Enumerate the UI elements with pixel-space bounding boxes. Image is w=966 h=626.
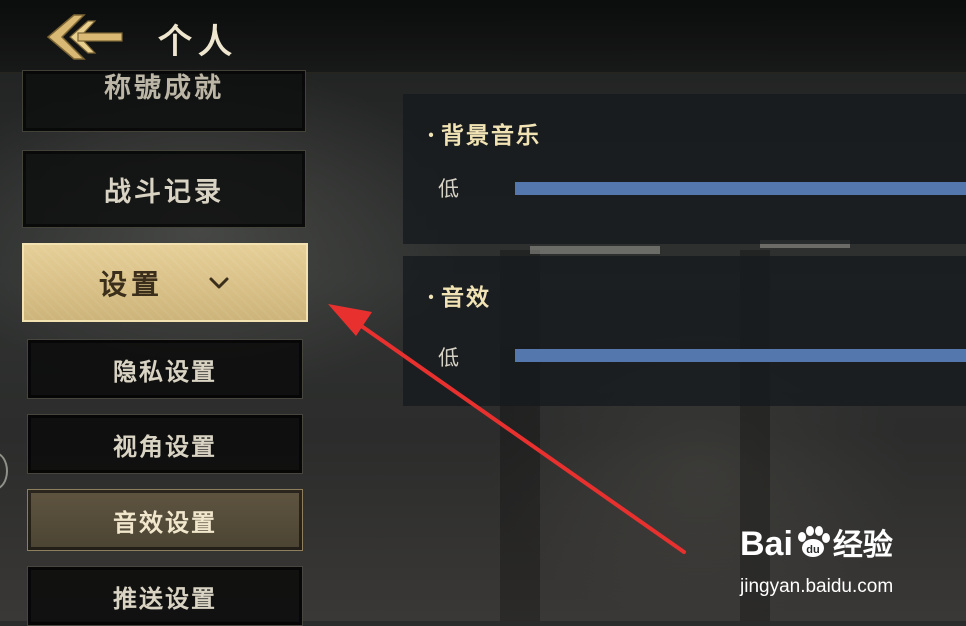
sound-effects-title: · 音效: [427, 278, 491, 312]
submenu-item-camera[interactable]: 视角设置: [27, 414, 303, 474]
menu-item-battle-record[interactable]: 战斗记录: [22, 150, 306, 228]
sound-effects-volume-fill: [515, 349, 966, 362]
watermark-brand-part1: Bai: [740, 525, 793, 563]
submenu-item-sound-label: 音效设置: [113, 507, 217, 537]
submenu-item-push-label: 推送设置: [113, 583, 217, 613]
music-low-label: 低: [438, 177, 459, 201]
back-button[interactable]: [44, 12, 126, 62]
music-title-text: 背景音乐: [441, 122, 542, 149]
music-title: · 背景音乐: [427, 116, 541, 150]
submenu-item-privacy-label: 隐私设置: [113, 356, 217, 386]
sound-effects-volume-slider[interactable]: [515, 349, 966, 362]
watermark-url: jingyan.baidu.com: [740, 576, 894, 597]
submenu-item-sound[interactable]: 音效设置: [27, 489, 303, 551]
music-panel: · 背景音乐 低: [403, 94, 966, 244]
menu-item-settings[interactable]: 设置: [22, 243, 308, 322]
menu-item-partial[interactable]: 称號成就: [22, 70, 306, 132]
menu-item-partial-label: 称號成就: [104, 73, 224, 104]
music-volume-fill: [515, 182, 966, 195]
watermark-brand-part2: 经验: [832, 529, 893, 562]
chevron-down-icon: [209, 277, 229, 288]
svg-text:du: du: [806, 544, 819, 556]
page-title: 个人: [158, 22, 238, 62]
sound-effects-panel: · 音效 低: [403, 256, 966, 406]
watermark-brand: Bai du 经验: [740, 520, 893, 564]
submenu-item-privacy[interactable]: 隐私设置: [27, 339, 303, 399]
submenu-item-push[interactable]: 推送设置: [27, 566, 303, 626]
bullet-dot-icon: ·: [427, 122, 438, 149]
back-arrow-icon: [46, 14, 123, 60]
bullet-dot-icon: ·: [427, 284, 438, 311]
music-volume-slider[interactable]: [515, 182, 966, 195]
paw-logo-icon: du: [797, 526, 830, 557]
baidu-jingyan-watermark: Bai du 经验 jingyan.baidu.com: [740, 520, 966, 610]
top-header: 个人: [0, 0, 966, 73]
sound-effects-title-text: 音效: [441, 284, 492, 311]
menu-item-settings-label: 设置: [98, 267, 163, 301]
sound-effects-low-label: 低: [438, 346, 459, 370]
menu-item-battle-record-label: 战斗记录: [104, 176, 224, 208]
submenu-item-camera-label: 视角设置: [113, 431, 217, 461]
